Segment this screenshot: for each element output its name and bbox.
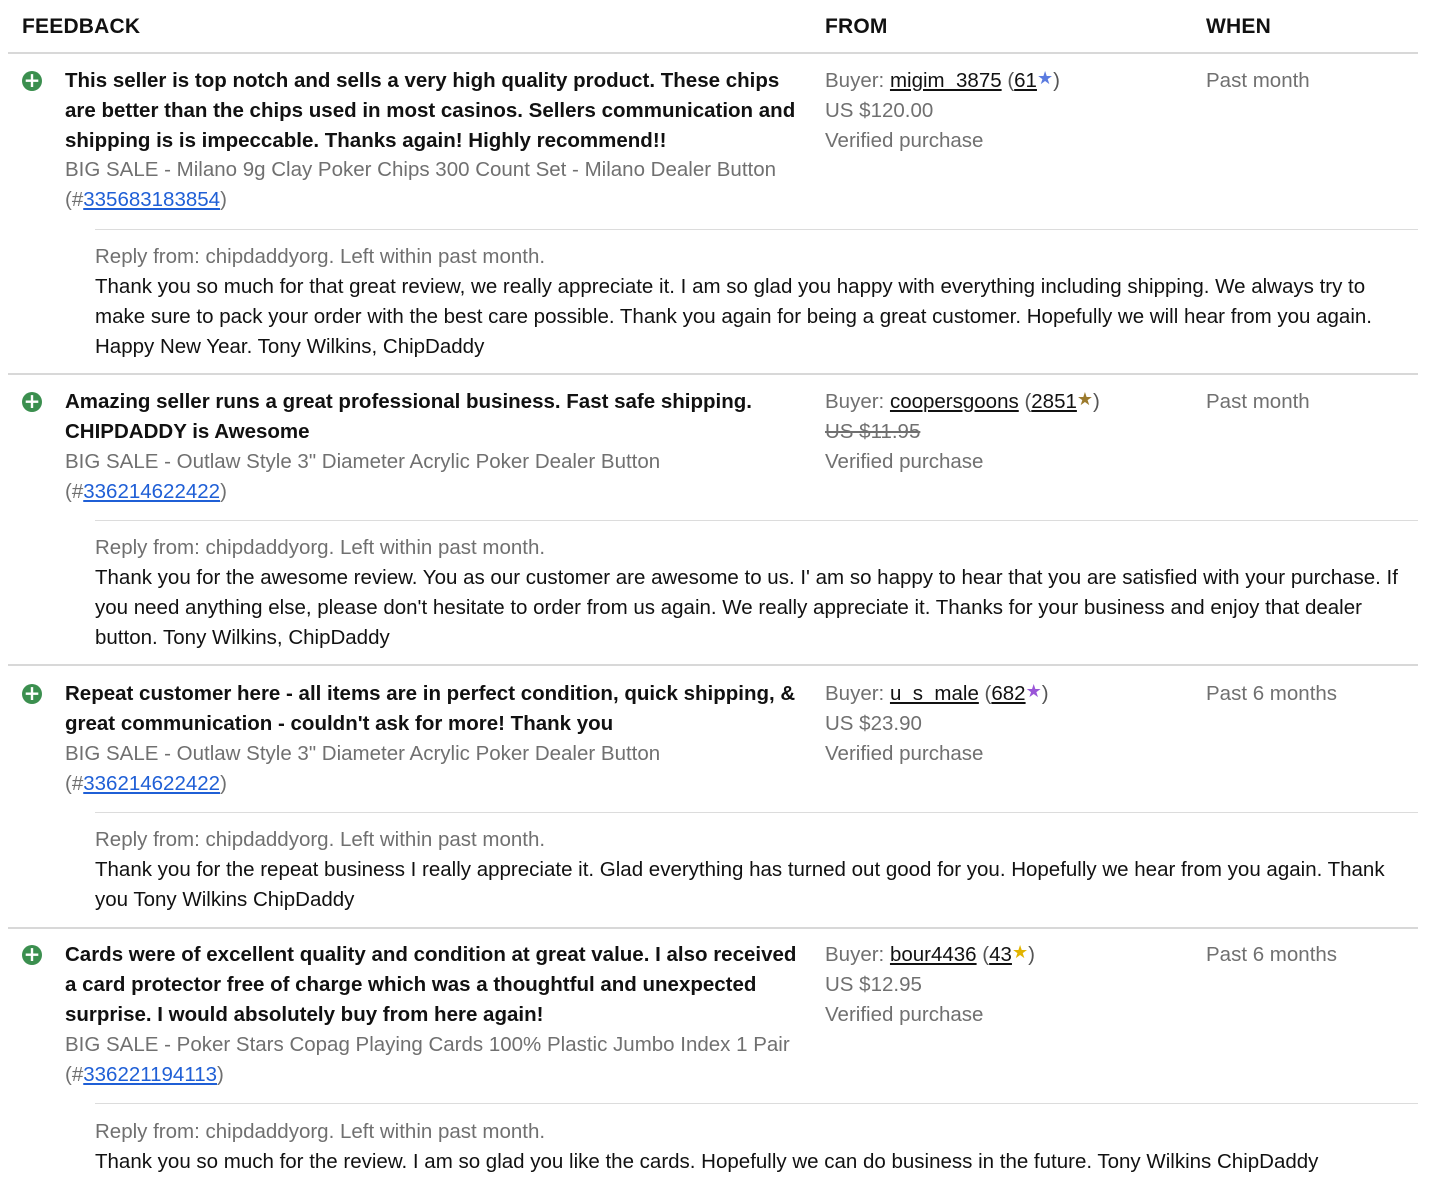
feedback-comment: Amazing seller runs a great professional… <box>65 390 752 443</box>
reply-text: Thank you so much for that great review,… <box>95 275 1372 358</box>
buyer-username-link[interactable]: bour4436 <box>890 943 977 966</box>
score-close-paren: ) <box>1053 69 1060 92</box>
feedback-comment: Repeat customer here - all items are in … <box>65 682 796 735</box>
item-number-link[interactable]: 335683183854 <box>83 188 220 211</box>
item-title: BIG SALE - Outlaw Style 3" Diameter Acry… <box>65 450 661 473</box>
item-number-link[interactable]: 336214622422 <box>83 772 220 795</box>
item-suffix: ) <box>217 1063 224 1086</box>
reply-text: Thank you for the awesome review. You as… <box>95 566 1398 649</box>
buyer-score-link[interactable]: 61 <box>1014 69 1037 92</box>
buyer-username-link[interactable]: u_s_male <box>890 682 979 705</box>
buyer-label: Buyer: <box>825 682 890 705</box>
positive-rating-icon: + <box>22 942 42 966</box>
buyer-info: Buyer: u_s_male (682★) US $23.90 Verifie… <box>825 679 1195 769</box>
item-suffix: ) <box>220 188 227 211</box>
item-info: BIG SALE - Outlaw Style 3" Diameter Acry… <box>65 739 810 799</box>
item-prefix: (# <box>65 188 84 211</box>
item-number-link[interactable]: 336214622422 <box>83 480 220 503</box>
score-close-paren: ) <box>1041 682 1049 705</box>
verified-purchase: Verified purchase <box>825 1003 984 1026</box>
star-icon: ★ <box>1025 681 1042 701</box>
verified-purchase: Verified purchase <box>825 129 984 152</box>
feedback-time: Past 6 months <box>1206 943 1338 966</box>
item-info: BIG SALE - Outlaw Style 3" Diameter Acry… <box>65 447 810 507</box>
feedback-time: Past 6 months <box>1206 682 1338 705</box>
buyer-info: Buyer: coopersgoons (2851★) US $11.95 Ve… <box>825 387 1195 477</box>
reply-separator <box>95 812 1418 813</box>
reply-separator <box>95 229 1418 230</box>
positive-rating-icon: + <box>22 68 42 92</box>
feedback-comment: This seller is top notch and sells a ver… <box>65 69 796 152</box>
star-icon: ★ <box>1036 68 1054 88</box>
item-info: BIG SALE - Milano 9g Clay Poker Chips 30… <box>65 155 810 215</box>
item-prefix: (# <box>65 772 84 795</box>
item-suffix: ) <box>220 772 227 795</box>
star-icon: ★ <box>1011 942 1029 962</box>
reply-text: Thank you for the repeat business I real… <box>95 858 1385 911</box>
positive-rating-icon: + <box>22 681 42 705</box>
item-title: BIG SALE - Poker Stars Copag Playing Car… <box>65 1033 790 1056</box>
column-header-from: FROM <box>825 15 888 38</box>
verified-purchase: Verified purchase <box>825 450 984 473</box>
item-title: BIG SALE - Milano 9g Clay Poker Chips 30… <box>65 158 777 181</box>
column-header-feedback: FEEDBACK <box>22 15 141 38</box>
item-number-link[interactable]: 336221194113 <box>83 1063 217 1086</box>
positive-rating-icon: + <box>22 389 42 413</box>
header-divider <box>8 52 1418 54</box>
entry-divider <box>8 373 1418 375</box>
score-close-paren: ) <box>1093 390 1100 413</box>
reply-text: Thank you so much for the review. I am s… <box>95 1150 1319 1173</box>
feedback-time: Past month <box>1206 390 1310 413</box>
buyer-username-link[interactable]: coopersgoons <box>890 390 1019 413</box>
reply-meta: Reply from: chipdaddyorg. Left within pa… <box>95 536 546 559</box>
feedback-time: Past month <box>1206 69 1310 92</box>
reply-separator <box>95 520 1418 521</box>
verified-purchase: Verified purchase <box>825 742 984 765</box>
star-icon: ★ <box>1076 389 1094 409</box>
buyer-info: Buyer: migim_3875 (61★) US $120.00 Verif… <box>825 66 1195 156</box>
price-strikethrough: US $11.95 <box>825 420 921 443</box>
item-suffix: ) <box>220 480 227 503</box>
table-header: FEEDBACK FROM WHEN <box>0 0 1440 54</box>
buyer-label: Buyer: <box>825 390 890 413</box>
price: US $120.00 <box>825 99 934 122</box>
item-prefix: (# <box>65 480 84 503</box>
buyer-username-link[interactable]: migim_3875 <box>890 69 1002 92</box>
buyer-info: Buyer: bour4436 (43★) US $12.95 Verified… <box>825 940 1195 1030</box>
price: US $23.90 <box>825 712 922 735</box>
entry-divider <box>8 664 1418 666</box>
feedback-comment: Cards were of excellent quality and cond… <box>65 943 797 1026</box>
price: US $12.95 <box>825 973 922 996</box>
item-prefix: (# <box>65 1063 84 1086</box>
buyer-label: Buyer: <box>825 69 890 92</box>
reply-meta: Reply from: chipdaddyorg. Left within pa… <box>95 828 546 851</box>
entry-divider <box>8 927 1418 929</box>
reply-separator <box>95 1103 1418 1104</box>
score-close-paren: ) <box>1028 943 1035 966</box>
reply-meta: Reply from: chipdaddyorg. Left within pa… <box>95 245 546 268</box>
buyer-label: Buyer: <box>825 943 890 966</box>
item-title: BIG SALE - Outlaw Style 3" Diameter Acry… <box>65 742 661 765</box>
buyer-score-link[interactable]: 2851 <box>1031 390 1077 413</box>
buyer-score-link[interactable]: 682 <box>991 682 1025 705</box>
item-info: BIG SALE - Poker Stars Copag Playing Car… <box>65 1030 810 1090</box>
reply-meta: Reply from: chipdaddyorg. Left within pa… <box>95 1120 546 1143</box>
column-header-when: WHEN <box>1206 15 1271 38</box>
buyer-score-link[interactable]: 43 <box>989 943 1012 966</box>
